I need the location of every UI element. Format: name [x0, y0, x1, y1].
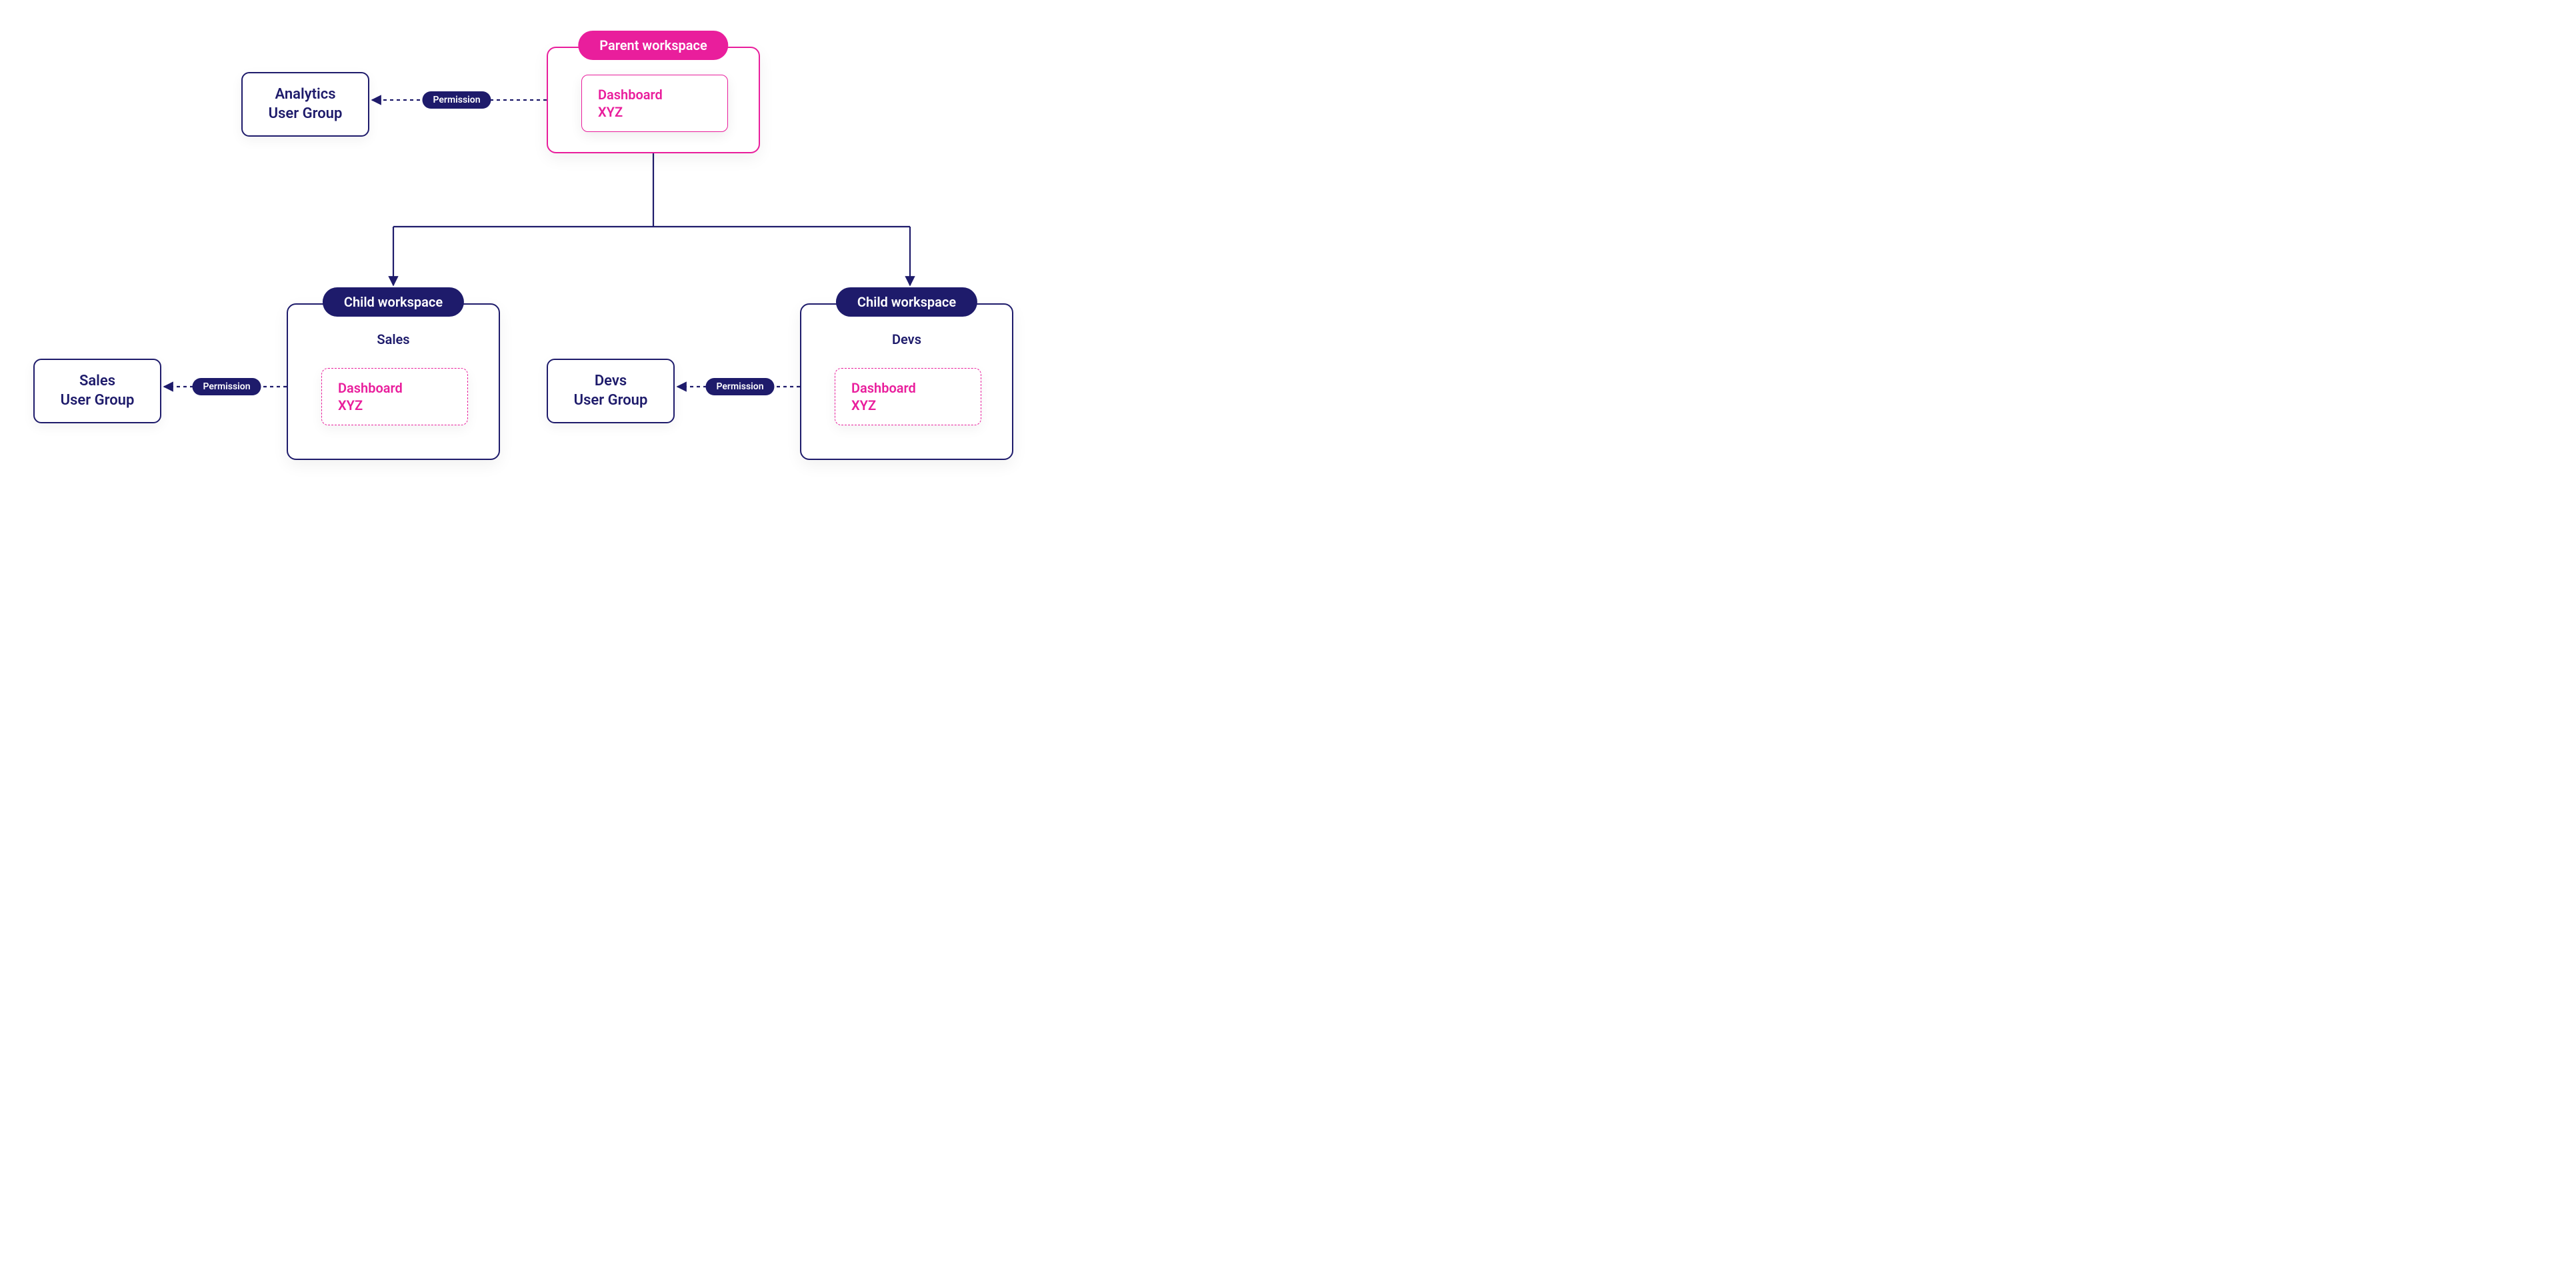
dashboard-label: Dashboard	[598, 86, 711, 103]
devs-user-group: Devs User Group	[547, 359, 675, 423]
sales-user-group: Sales User Group	[33, 359, 161, 423]
child-dashboard-card-devs: Dashboard XYZ	[835, 368, 981, 425]
usergroup-label: User Group	[261, 105, 349, 124]
analytics-user-group: Analytics User Group	[241, 72, 369, 137]
permission-label-devs: Permission	[705, 378, 774, 395]
child-dashboard-card-sales: Dashboard XYZ	[321, 368, 468, 425]
usergroup-name: Sales	[53, 372, 141, 391]
dashboard-name: XYZ	[598, 103, 711, 121]
dashboard-name: XYZ	[338, 397, 451, 414]
child-workspace-name: Devs	[892, 331, 921, 347]
child-workspace-title: Child workspace	[323, 287, 464, 317]
dashboard-name: XYZ	[851, 397, 965, 414]
parent-dashboard-card: Dashboard XYZ	[581, 75, 728, 132]
usergroup-name: Analytics	[261, 85, 349, 105]
usergroup-label: User Group	[53, 391, 141, 411]
dashboard-label: Dashboard	[338, 379, 451, 397]
diagram-canvas: Parent workspace Dashboard XYZ Analytics…	[0, 0, 1031, 512]
child-workspace-name: Sales	[377, 331, 409, 347]
usergroup-name: Devs	[567, 372, 655, 391]
parent-workspace-box: Parent workspace Dashboard XYZ	[547, 47, 760, 153]
child-workspace-sales: Child workspace Sales Dashboard XYZ	[287, 303, 500, 460]
parent-workspace-title: Parent workspace	[578, 31, 728, 60]
permission-label-sales: Permission	[192, 378, 261, 395]
dashboard-label: Dashboard	[851, 379, 965, 397]
child-workspace-title: Child workspace	[836, 287, 977, 317]
permission-label-analytics: Permission	[422, 91, 491, 109]
child-workspace-devs: Child workspace Devs Dashboard XYZ	[800, 303, 1013, 460]
usergroup-label: User Group	[567, 391, 655, 411]
